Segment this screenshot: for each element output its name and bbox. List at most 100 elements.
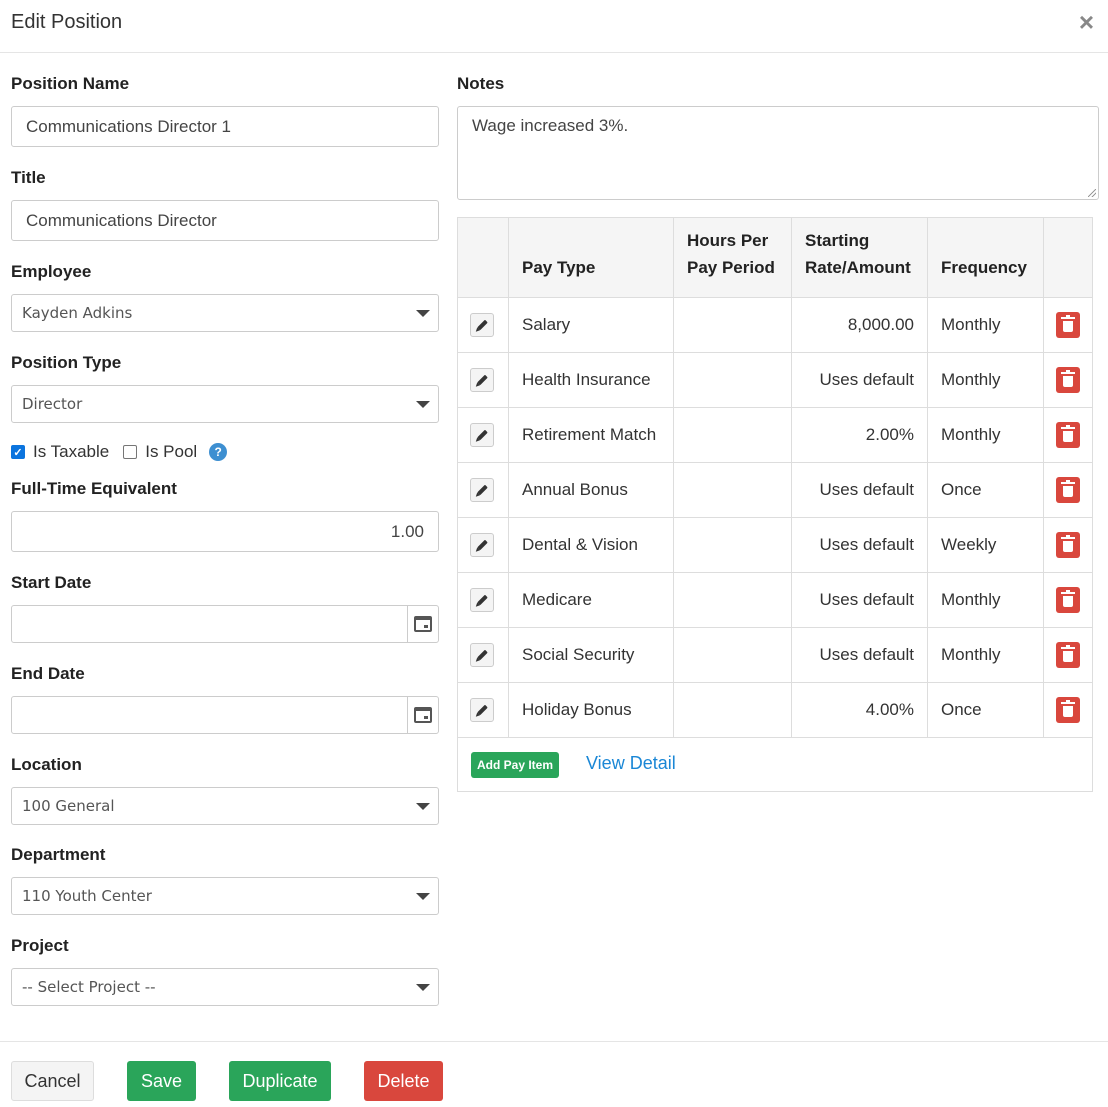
notes-label: Notes [457, 74, 505, 93]
edit-button[interactable] [470, 478, 494, 502]
frequency-cell: Monthly [927, 297, 1044, 353]
title-input[interactable]: Communications Director [11, 200, 439, 241]
end-date-calendar-button[interactable] [407, 697, 438, 733]
trash-icon [1061, 425, 1075, 442]
rate-cell: 4.00% [791, 682, 928, 738]
help-icon[interactable]: ? [209, 443, 228, 461]
pay-type-cell: Dental & Vision [508, 517, 674, 573]
delete-button[interactable] [1056, 532, 1080, 558]
delete-button[interactable] [1056, 587, 1080, 613]
frequency-cell: Weekly [927, 517, 1044, 573]
notes-textarea[interactable]: Wage increased 3%. [457, 106, 1099, 200]
position-name-input[interactable]: Communications Director 1 [11, 106, 439, 147]
edit-button[interactable] [470, 368, 494, 392]
calendar-icon [414, 616, 432, 632]
start-date-calendar-button[interactable] [407, 606, 438, 642]
save-button[interactable]: Save [127, 1061, 196, 1101]
start-date-field[interactable] [11, 605, 439, 643]
close-icon[interactable]: × [1079, 9, 1094, 35]
position-type-label: Position Type [11, 353, 122, 372]
fte-input[interactable]: 1.00 [11, 511, 439, 552]
edit-cell [457, 352, 509, 408]
location-select[interactable]: 100 General [11, 787, 439, 825]
table-row: Social Security Uses default Monthly [457, 627, 1093, 683]
chevron-down-icon [416, 401, 430, 408]
pencil-icon [476, 429, 488, 441]
frequency-cell: Once [927, 682, 1044, 738]
pencil-icon [476, 319, 488, 331]
delete-button[interactable] [1056, 697, 1080, 723]
delete-cell [1043, 407, 1093, 463]
hours-cell [673, 572, 792, 628]
pay-items-table: Pay Type Hours Per Pay Period Starting Rat… [457, 217, 1093, 738]
rate-header-line1: Starting [805, 231, 870, 250]
modal-header: Edit Position × [0, 0, 1108, 53]
pay-type-cell: Salary [508, 297, 674, 353]
rate-header-line2: Rate/Amount [805, 258, 911, 277]
edit-button[interactable] [470, 423, 494, 447]
view-detail-link[interactable]: View Detail [586, 753, 676, 774]
delete-cell [1043, 627, 1093, 683]
table-row: Medicare Uses default Monthly [457, 572, 1093, 628]
edit-button[interactable] [470, 533, 494, 557]
hours-cell [673, 517, 792, 573]
add-pay-item-button[interactable]: Add Pay Item [471, 752, 560, 778]
project-select[interactable]: -- Select Project -- [11, 968, 439, 1006]
is-pool-label: Is Pool [145, 442, 198, 461]
edit-cell [457, 462, 509, 518]
delete-cell [1043, 297, 1093, 353]
pencil-icon [476, 539, 488, 551]
department-select[interactable]: 110 Youth Center [11, 877, 439, 915]
hours-header: Hours Per Pay Period [673, 217, 792, 298]
rate-cell: Uses default [791, 572, 928, 628]
table-row: Dental & Vision Uses default Weekly [457, 517, 1093, 573]
position-type-select-value: Director [22, 395, 83, 413]
delete-position-button[interactable]: Delete [364, 1061, 443, 1101]
table-row: Retirement Match 2.00% Monthly [457, 407, 1093, 463]
modal-title: Edit Position [11, 11, 123, 33]
resize-handle[interactable] [1088, 189, 1096, 197]
delete-button[interactable] [1056, 477, 1080, 503]
table-row: Salary 8,000.00 Monthly [457, 297, 1093, 353]
delete-cell [1043, 352, 1093, 408]
employee-select-value: Kayden Adkins [22, 304, 133, 322]
checkbox-group: ✓ Is Taxable Is Pool ? [11, 441, 228, 463]
trash-icon [1061, 590, 1075, 607]
edit-button[interactable] [470, 698, 494, 722]
frequency-header: Frequency [927, 217, 1044, 298]
cancel-button[interactable]: Cancel [11, 1061, 94, 1101]
is-taxable-checkbox[interactable]: ✓ [11, 445, 25, 459]
position-type-select[interactable]: Director [11, 385, 439, 423]
frequency-cell: Monthly [927, 572, 1044, 628]
delete-button[interactable] [1056, 367, 1080, 393]
employee-select[interactable]: Kayden Adkins [11, 294, 439, 332]
trash-icon [1061, 480, 1075, 497]
delete-column-header [1043, 217, 1093, 298]
table-header-row: Pay Type Hours Per Pay Period Starting Rat… [457, 217, 1093, 298]
end-date-field[interactable] [11, 696, 439, 734]
title-label: Title [11, 168, 46, 187]
pay-type-cell: Holiday Bonus [508, 682, 674, 738]
department-label: Department [11, 845, 106, 864]
pay-type-cell: Annual Bonus [508, 462, 674, 518]
table-row: Health Insurance Uses default Monthly [457, 352, 1093, 408]
is-pool-checkbox[interactable] [123, 445, 138, 459]
end-date-label: End Date [11, 664, 85, 683]
chevron-down-icon [416, 803, 430, 810]
edit-button[interactable] [470, 313, 494, 337]
delete-button[interactable] [1056, 312, 1080, 338]
hours-cell [673, 407, 792, 463]
frequency-header-text: Frequency [941, 258, 1027, 277]
position-name-label: Position Name [11, 74, 130, 93]
duplicate-button[interactable]: Duplicate [229, 1061, 331, 1101]
delete-cell [1043, 517, 1093, 573]
delete-button[interactable] [1056, 642, 1080, 668]
hours-cell [673, 297, 792, 353]
pencil-icon [476, 374, 488, 386]
trash-icon [1061, 370, 1075, 387]
delete-button[interactable] [1056, 422, 1080, 448]
frequency-cell: Monthly [927, 627, 1044, 683]
edit-button[interactable] [470, 643, 494, 667]
edit-button[interactable] [470, 588, 494, 612]
hours-header-line2: Pay Period [687, 258, 775, 277]
